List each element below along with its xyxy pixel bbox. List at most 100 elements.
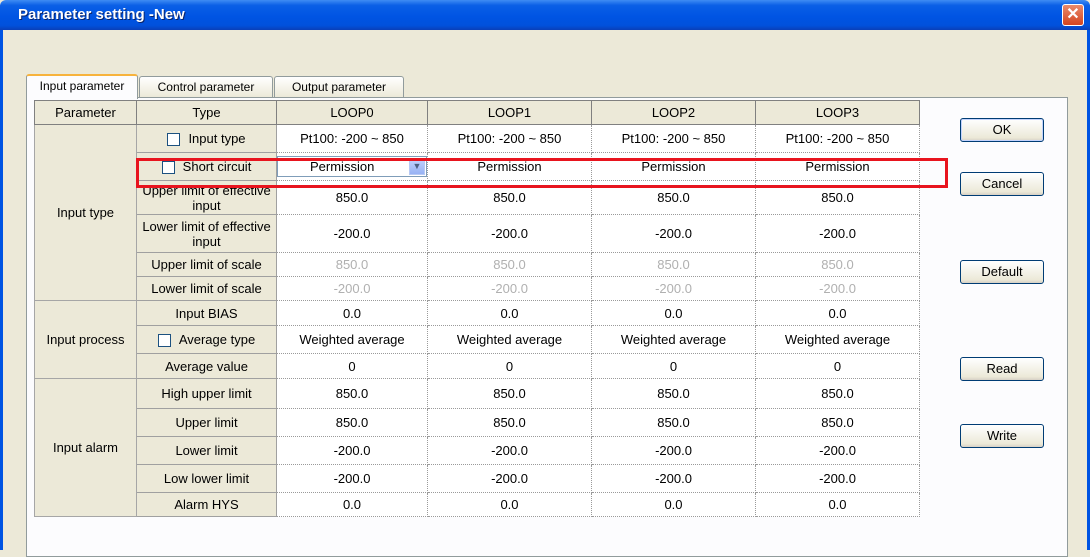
cell-loop1[interactable]: 850.0: [427, 378, 592, 409]
table-row: Lower limit -200.0 -200.0 -200.0 -200.0: [35, 436, 920, 465]
cell-loop2: 850.0: [591, 252, 756, 277]
group-input-alarm: Input alarm: [34, 378, 137, 517]
cell-loop3[interactable]: -200.0: [755, 436, 920, 465]
cell-loop2[interactable]: -200.0: [591, 436, 756, 465]
cell-loop2[interactable]: Pt100: -200 ~ 850: [591, 124, 756, 153]
cell-loop3[interactable]: Weighted average: [755, 325, 920, 354]
cell-loop0[interactable]: Permission ▼: [276, 152, 428, 181]
short-circuit-dropdown[interactable]: Permission ▼: [277, 156, 427, 177]
cell-loop0[interactable]: 850.0: [276, 180, 428, 215]
cell-loop2[interactable]: 850.0: [591, 378, 756, 409]
cell-loop2[interactable]: Permission: [591, 152, 756, 181]
ok-button[interactable]: OK: [960, 118, 1044, 142]
cell-loop0[interactable]: 0.0: [276, 492, 428, 517]
cell-loop1[interactable]: 0.0: [427, 492, 592, 517]
row-header-upper-limit-scale: Upper limit of scale: [136, 252, 277, 277]
cell-loop1[interactable]: -200.0: [427, 436, 592, 465]
input-type-checkbox[interactable]: [167, 133, 181, 147]
table-row: Lower limit of effective input -200.0 -2…: [35, 214, 920, 253]
tab-output-parameter[interactable]: Output parameter: [274, 76, 404, 97]
table-row: Upper limit 850.0 850.0 850.0 850.0: [35, 408, 920, 437]
cell-loop3[interactable]: 0.0: [755, 492, 920, 517]
tab-control-parameter[interactable]: Control parameter: [139, 76, 273, 97]
table-row: Input alarm High upper limit 850.0 850.0…: [34, 378, 920, 517]
close-button[interactable]: ✕: [1062, 4, 1084, 26]
cell-loop3: -200.0: [755, 276, 920, 301]
cell-loop0[interactable]: Pt100: -200 ~ 850: [276, 124, 428, 153]
cell-loop2[interactable]: 0: [591, 353, 756, 379]
row-header-lower-limit-scale: Lower limit of scale: [136, 276, 277, 301]
cancel-button[interactable]: Cancel: [960, 172, 1044, 196]
cell-loop2[interactable]: 0.0: [591, 492, 756, 517]
table-row: Input process Input BIAS 0.0 0.0 0.0 0.0: [34, 300, 920, 379]
table-row: Alarm HYS 0.0 0.0 0.0 0.0: [35, 492, 920, 517]
table-row: Upper limit of effective input 850.0 850…: [35, 180, 920, 215]
table-row: Upper limit of scale 850.0 850.0 850.0 8…: [35, 252, 920, 277]
row-header-lower-limit: Lower limit: [136, 436, 277, 465]
parameter-table: Parameter Type LOOP0 LOOP1 LOOP2 LOOP3 I…: [34, 100, 920, 517]
cell-loop1[interactable]: 850.0: [427, 408, 592, 437]
cell-loop0[interactable]: 0.0: [276, 300, 428, 326]
column-header-loop0: LOOP0: [276, 100, 428, 125]
row-label: Average type: [178, 331, 256, 347]
row-header-upper-limit: Upper limit: [136, 408, 277, 437]
default-button[interactable]: Default: [960, 260, 1044, 284]
cell-loop2[interactable]: -200.0: [591, 464, 756, 493]
cell-loop3[interactable]: 850.0: [755, 408, 920, 437]
group-input-process: Input process: [34, 300, 137, 379]
row-header-low-lower-limit: Low lower limit: [136, 464, 277, 493]
cell-loop3: 850.0: [755, 252, 920, 277]
write-button[interactable]: Write: [960, 424, 1044, 448]
cell-loop0[interactable]: Weighted average: [276, 325, 428, 354]
average-type-checkbox[interactable]: [157, 334, 171, 348]
cell-loop0[interactable]: -200.0: [276, 436, 428, 465]
cell-loop3[interactable]: Permission: [755, 152, 920, 181]
row-label: Short circuit: [182, 158, 252, 174]
row-label: Input type: [188, 130, 246, 146]
cell-loop1[interactable]: 850.0: [427, 180, 592, 215]
cell-loop3[interactable]: 0.0: [755, 300, 920, 326]
cell-loop1[interactable]: Pt100: -200 ~ 850: [427, 124, 592, 153]
row-header-lower-limit-effective: Lower limit of effective input: [136, 214, 277, 253]
table-row: Average type Weighted average Weighted a…: [35, 325, 920, 354]
table-row: Short circuit Permission ▼ Permission Per…: [35, 152, 920, 181]
cell-loop1[interactable]: Weighted average: [427, 325, 592, 354]
row-header-input-type: Input type: [136, 124, 277, 153]
cell-loop3[interactable]: -200.0: [755, 214, 920, 253]
column-header-parameter: Parameter: [34, 100, 137, 125]
table-row: Low lower limit -200.0 -200.0 -200.0 -20…: [35, 464, 920, 493]
cell-loop0[interactable]: -200.0: [276, 214, 428, 253]
cell-loop1[interactable]: 0.0: [427, 300, 592, 326]
cell-loop3[interactable]: Pt100: -200 ~ 850: [755, 124, 920, 153]
cell-loop1[interactable]: 0: [427, 353, 592, 379]
column-header-loop2: LOOP2: [591, 100, 756, 125]
table-row: Average value 0 0 0 0: [35, 353, 920, 379]
cell-loop3[interactable]: 850.0: [755, 378, 920, 409]
cell-loop1: -200.0: [427, 276, 592, 301]
cell-loop3[interactable]: 850.0: [755, 180, 920, 215]
cell-loop1[interactable]: -200.0: [427, 464, 592, 493]
cell-loop2[interactable]: 850.0: [591, 180, 756, 215]
row-header-average-type: Average type: [136, 325, 277, 354]
cell-loop2[interactable]: Weighted average: [591, 325, 756, 354]
row-header-upper-limit-effective: Upper limit of effective input: [136, 180, 277, 215]
cell-loop1[interactable]: -200.0: [427, 214, 592, 253]
tab-input-parameter[interactable]: Input parameter: [26, 74, 138, 99]
short-circuit-checkbox[interactable]: [161, 161, 175, 175]
cell-loop0[interactable]: 850.0: [276, 378, 428, 409]
cell-loop3[interactable]: -200.0: [755, 464, 920, 493]
window-title: Parameter setting -New: [18, 6, 185, 23]
cell-loop2[interactable]: 0.0: [591, 300, 756, 326]
cell-loop0[interactable]: 0: [276, 353, 428, 379]
cell-loop1[interactable]: Permission: [427, 152, 592, 181]
read-button[interactable]: Read: [960, 357, 1044, 381]
cell-loop2: -200.0: [591, 276, 756, 301]
chevron-down-icon[interactable]: ▼: [409, 158, 425, 175]
cell-loop0[interactable]: 850.0: [276, 408, 428, 437]
cell-loop2[interactable]: 850.0: [591, 408, 756, 437]
cell-loop2[interactable]: -200.0: [591, 214, 756, 253]
cell-loop0[interactable]: -200.0: [276, 464, 428, 493]
column-header-loop3: LOOP3: [755, 100, 920, 125]
column-header-loop1: LOOP1: [427, 100, 592, 125]
cell-loop3[interactable]: 0: [755, 353, 920, 379]
